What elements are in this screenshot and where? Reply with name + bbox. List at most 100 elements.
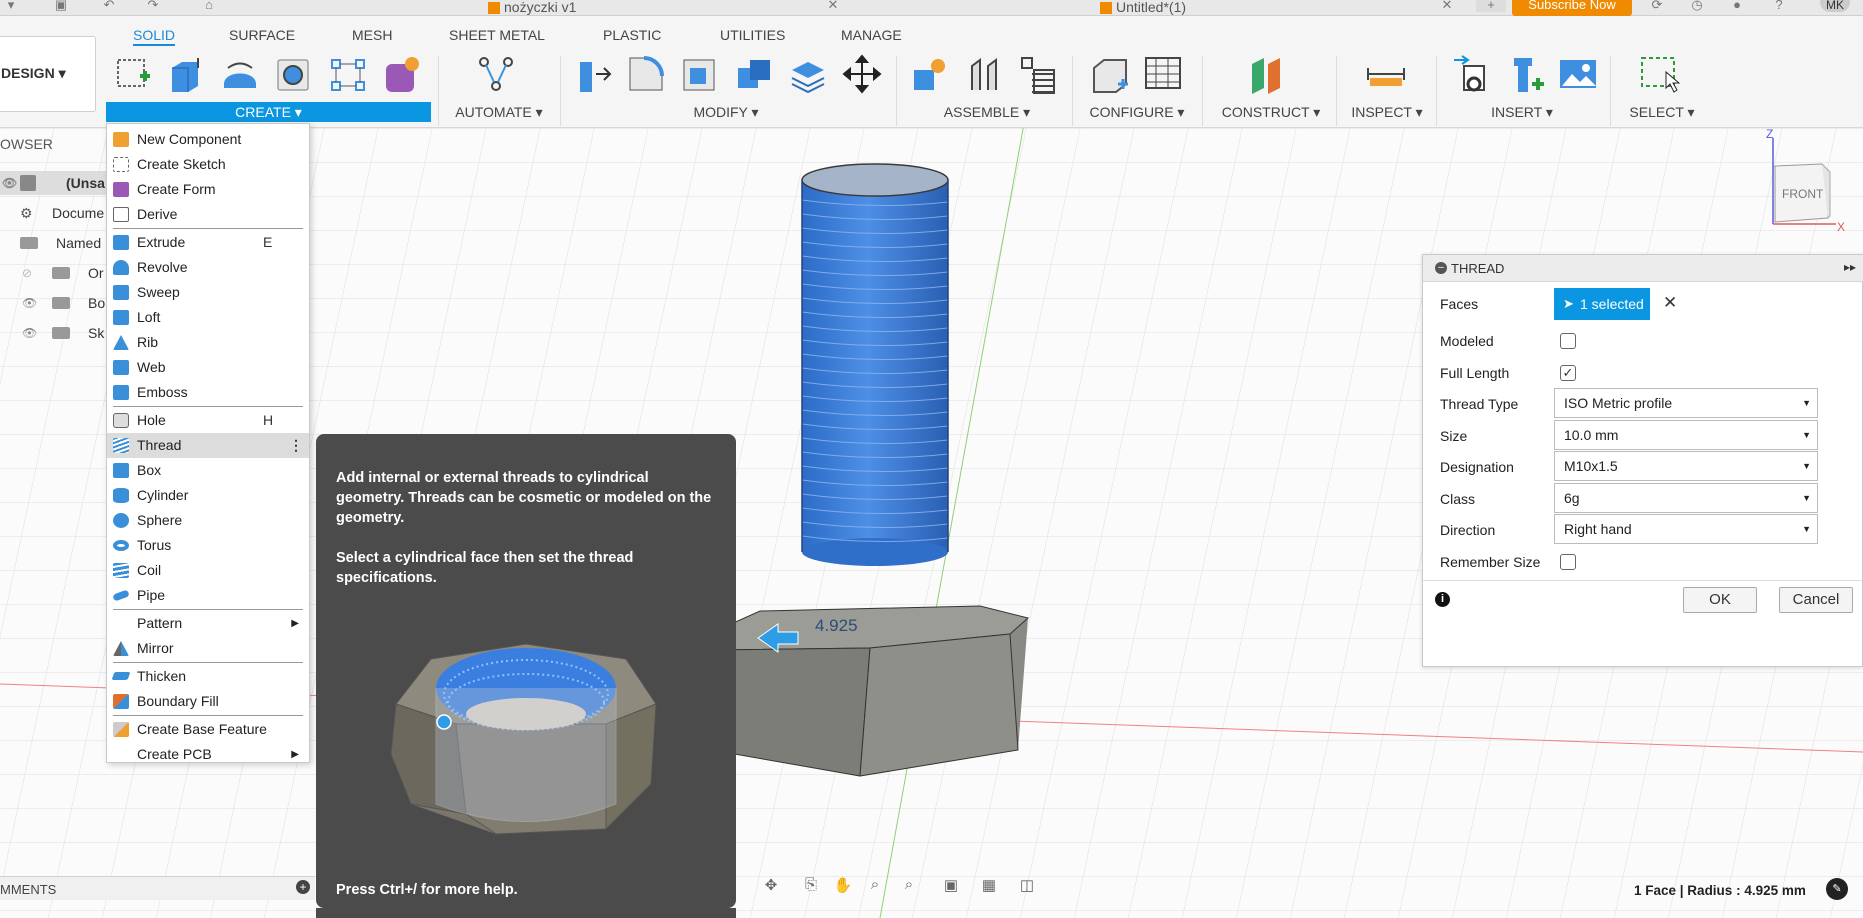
menu-item-rib[interactable]: Rib: [107, 330, 309, 355]
menu-item-pattern[interactable]: Pattern ▶: [107, 611, 309, 636]
redo-icon[interactable]: ↷: [144, 0, 162, 12]
full-length-checkbox[interactable]: ✓: [1560, 365, 1576, 381]
pattern-icon[interactable]: [328, 54, 368, 94]
menu-item-sphere[interactable]: Sphere: [107, 508, 309, 533]
thread-dialog-header[interactable]: – THREAD ▸▸: [1423, 255, 1863, 282]
tab-plastic[interactable]: PLASTIC: [603, 27, 661, 43]
tab-utilities[interactable]: UTILITIES: [720, 27, 785, 43]
tab-sheet-metal[interactable]: SHEET METAL: [449, 27, 545, 43]
new-tab-icon[interactable]: +: [1476, 0, 1506, 12]
insert-derive-icon[interactable]: [1452, 54, 1492, 94]
comments-bar[interactable]: MMENTS +: [0, 876, 315, 900]
save-icon[interactable]: ▣: [52, 0, 70, 12]
more-options-icon[interactable]: ⋮: [289, 433, 303, 458]
configure-icon[interactable]: [1090, 54, 1130, 94]
menu-item-extrude[interactable]: Extrude E: [107, 230, 309, 255]
zoom-icon[interactable]: ⌕: [864, 876, 886, 898]
insert-dropdown[interactable]: INSERT ▾: [1474, 102, 1570, 122]
look-at-icon[interactable]: ⎘: [800, 876, 822, 898]
combine-icon[interactable]: [734, 54, 774, 94]
select-window-icon[interactable]: [1640, 54, 1680, 94]
document-tab-untitled[interactable]: Untitled*(1): [1100, 0, 1186, 16]
thread-type-select[interactable]: ISO Metric profile ▼: [1554, 388, 1818, 418]
menu-item-hole[interactable]: Hole H: [107, 408, 309, 433]
menu-item-torus[interactable]: Torus: [107, 533, 309, 558]
joint-icon[interactable]: [964, 54, 1004, 94]
eye-icon[interactable]: 👁: [2, 171, 17, 195]
pan-icon[interactable]: ✋: [832, 876, 854, 898]
configure-dropdown[interactable]: CONFIGURE ▾: [1084, 102, 1190, 122]
menu-item-new-component[interactable]: New Component: [107, 127, 309, 152]
menu-icon[interactable]: ▾: [2, 0, 20, 12]
menu-item-cylinder[interactable]: Cylinder: [107, 483, 309, 508]
menu-item-derive[interactable]: Derive: [107, 202, 309, 227]
sync-icon[interactable]: ⟳: [1648, 0, 1666, 12]
menu-item-create-pcb[interactable]: Create PCB ▶: [107, 742, 309, 767]
dimension-label[interactable]: 4.925: [815, 616, 858, 635]
browser-row-origin[interactable]: ⊘ Or: [0, 261, 104, 285]
subscribe-button[interactable]: Subscribe Now: [1512, 0, 1632, 16]
create-dropdown[interactable]: CREATE ▾: [106, 102, 431, 122]
construct-dropdown[interactable]: CONSTRUCT ▾: [1212, 102, 1330, 122]
modeled-checkbox[interactable]: [1560, 333, 1576, 349]
select-dropdown[interactable]: SELECT ▾: [1614, 102, 1710, 122]
menu-item-web[interactable]: Web: [107, 355, 309, 380]
workspace-switcher[interactable]: DESIGN ▾: [0, 36, 96, 112]
menu-item-thread[interactable]: Thread ⋮: [107, 433, 309, 458]
automate-icon[interactable]: [476, 54, 516, 94]
configure-table-icon[interactable]: [1144, 54, 1184, 94]
insert-canvas-icon[interactable]: [1558, 54, 1598, 94]
menu-item-create-sketch[interactable]: Create Sketch: [107, 152, 309, 177]
size-select[interactable]: 10.0 mm ▼: [1554, 420, 1818, 450]
move-icon[interactable]: [842, 54, 882, 94]
insert-mcmaster-icon[interactable]: [1506, 54, 1546, 94]
inspect-dropdown[interactable]: INSPECT ▾: [1344, 102, 1430, 122]
shell-icon[interactable]: [680, 54, 720, 94]
menu-item-revolve[interactable]: Revolve: [107, 255, 309, 280]
tab-solid[interactable]: SOLID: [133, 27, 176, 46]
direction-select[interactable]: Right hand ▼: [1554, 514, 1818, 544]
feedback-icon[interactable]: ✎: [1826, 878, 1848, 900]
menu-item-sweep[interactable]: Sweep: [107, 280, 309, 305]
menu-item-emboss[interactable]: Emboss: [107, 380, 309, 405]
designation-select[interactable]: M10x1.5 ▼: [1554, 451, 1818, 481]
create-form-icon[interactable]: [382, 54, 422, 94]
undo-icon[interactable]: ↶: [100, 0, 118, 12]
add-comment-icon[interactable]: +: [296, 880, 310, 894]
orbit-icon[interactable]: ✥: [760, 876, 782, 898]
tab-mesh[interactable]: MESH: [352, 27, 392, 43]
menu-item-boundary-fill[interactable]: Boundary Fill: [107, 689, 309, 714]
eye-icon[interactable]: 👁: [22, 321, 37, 345]
home-icon[interactable]: ⌂: [200, 0, 218, 12]
class-select[interactable]: 6g ▼: [1554, 483, 1818, 513]
display-settings-icon[interactable]: ▣: [940, 876, 962, 898]
menu-item-create-form[interactable]: Create Form: [107, 177, 309, 202]
menu-item-coil[interactable]: Coil: [107, 558, 309, 583]
construct-plane-icon[interactable]: [1248, 54, 1288, 94]
eye-hidden-icon[interactable]: ⊘: [22, 261, 32, 285]
browser-row-named-views[interactable]: Named: [0, 231, 101, 255]
help-icon[interactable]: ?: [1770, 0, 1788, 12]
notification-icon[interactable]: ●: [1728, 0, 1746, 12]
collapse-icon[interactable]: –: [1435, 262, 1447, 274]
tab-manage[interactable]: MANAGE: [841, 27, 902, 43]
clock-icon[interactable]: ◷: [1688, 0, 1706, 12]
user-avatar[interactable]: MK: [1820, 0, 1850, 12]
menu-item-thicken[interactable]: Thicken: [107, 664, 309, 689]
document-tab-nozyczki[interactable]: nożyczki v1: [488, 0, 576, 16]
browser-row-sketches[interactable]: 👁 Sk: [0, 321, 104, 345]
menu-item-mirror[interactable]: Mirror: [107, 636, 309, 661]
faces-selection-button[interactable]: ➤ 1 selected: [1554, 288, 1650, 320]
remember-size-checkbox[interactable]: [1560, 554, 1576, 570]
threaded-cylinder[interactable]: [801, 163, 949, 566]
clear-selection-icon[interactable]: ✕: [1663, 293, 1677, 313]
revolve-icon[interactable]: [220, 54, 260, 94]
close-tab-icon[interactable]: ✕: [1438, 0, 1456, 12]
hex-bolt-head[interactable]: [699, 605, 1030, 777]
expand-panel-icon[interactable]: ▸▸: [1844, 260, 1856, 274]
cancel-button[interactable]: Cancel: [1779, 587, 1853, 613]
ok-button[interactable]: OK: [1683, 587, 1757, 613]
create-sketch-icon[interactable]: [114, 54, 154, 94]
modify-dropdown[interactable]: MODIFY ▾: [676, 102, 776, 122]
tab-surface[interactable]: SURFACE: [229, 27, 295, 43]
